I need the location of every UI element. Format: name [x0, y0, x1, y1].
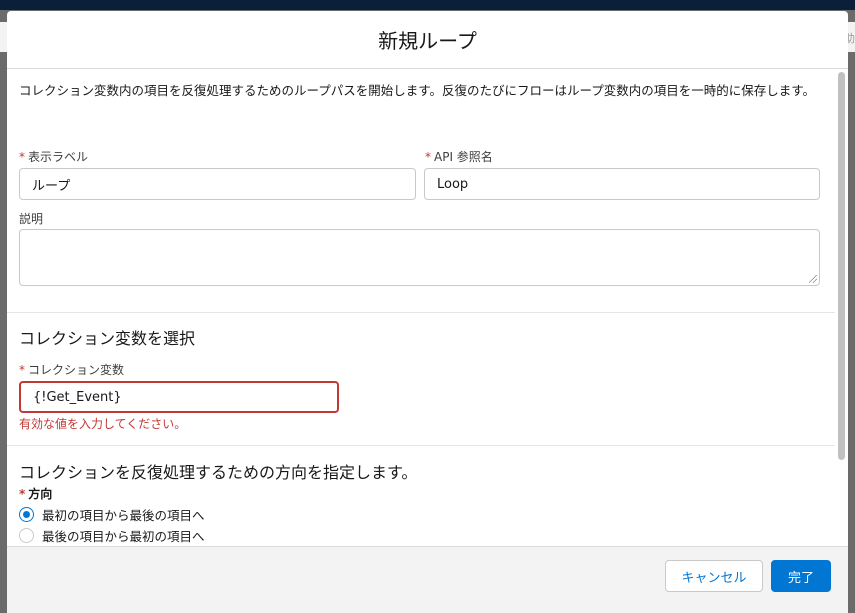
direction-option-first-to-last[interactable]: 最初の項目から最後の項目へ: [19, 505, 205, 524]
scrollbar-thumb[interactable]: [838, 72, 845, 460]
direction-field-label: * 方向: [19, 485, 52, 502]
collection-field-label-text: コレクション変数: [28, 363, 125, 377]
required-marker: *: [19, 363, 25, 377]
label-input-value: ループ: [32, 178, 71, 194]
api-name-field-label-text: API 参照名: [434, 150, 493, 164]
api-name-input-value: Loop: [437, 176, 469, 192]
section-divider: [7, 312, 835, 313]
label-input[interactable]: ループ: [19, 168, 416, 200]
direction-section-title: コレクションを反復処理するための方向を指定します。: [19, 463, 418, 482]
label-field-label: * 表示ラベル: [19, 148, 88, 165]
collection-variable-input[interactable]: {!Get_Event}: [19, 381, 339, 413]
cancel-button[interactable]: キャンセル: [665, 560, 763, 592]
radio-checked-icon[interactable]: [19, 507, 34, 522]
modal-scrollbar[interactable]: [835, 69, 848, 546]
direction-field-label-text: 方向: [28, 487, 53, 501]
collection-section-title: コレクション変数を選択: [19, 329, 196, 348]
modal-body: コレクション変数内の項目を反復処理するためのループパスを開始します。反復のたびに…: [7, 69, 835, 546]
radio-unchecked-icon[interactable]: [19, 528, 34, 543]
new-loop-modal: 新規ループ コレクション変数内の項目を反復処理するためのループパスを開始します。…: [7, 11, 848, 613]
collection-error-message: 有効な値を入力してください。: [19, 417, 187, 431]
description-field-label: 説明: [19, 212, 44, 226]
modal-title: 新規ループ: [378, 29, 477, 53]
collection-field-label: * コレクション変数: [19, 361, 124, 378]
required-marker: *: [425, 150, 431, 164]
api-name-field-label: * API 参照名: [425, 148, 493, 165]
description-textarea[interactable]: [19, 229, 820, 286]
section-divider: [7, 445, 835, 446]
direction-option-label: 最初の項目から最後の項目へ: [42, 508, 205, 523]
modal-footer: キャンセル 完了: [7, 546, 848, 613]
direction-option-label: 最後の項目から最初の項目へ: [42, 529, 205, 544]
resize-handle-icon[interactable]: [809, 275, 817, 283]
label-field-label-text: 表示ラベル: [28, 150, 89, 164]
collection-variable-value: {!Get_Event}: [33, 389, 122, 405]
intro-text: コレクション変数内の項目を反復処理するためのループパスを開始します。反復のたびに…: [19, 83, 816, 98]
api-name-input[interactable]: Loop: [424, 168, 820, 200]
required-marker: *: [19, 150, 25, 164]
required-marker: *: [19, 487, 26, 501]
modal-header: 新規ループ: [7, 11, 848, 69]
direction-option-last-to-first[interactable]: 最後の項目から最初の項目へ: [19, 526, 205, 545]
done-button[interactable]: 完了: [771, 560, 831, 592]
app-header-band: [0, 0, 855, 10]
